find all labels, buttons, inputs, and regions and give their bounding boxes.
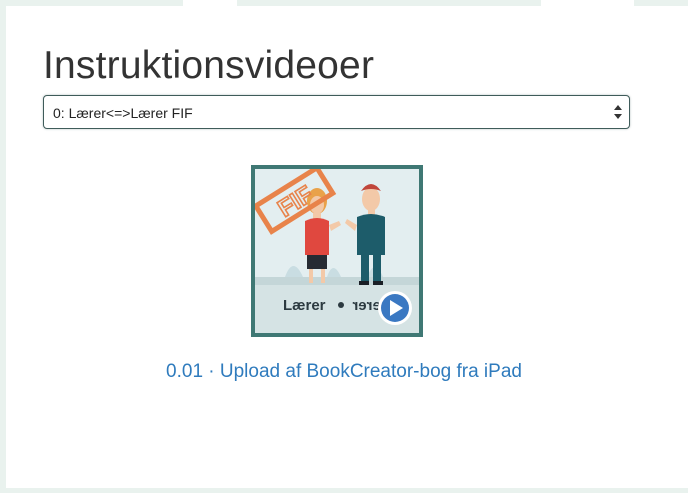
thumbnail-caption: Lærer <box>283 297 326 314</box>
video-thumbnail-illustration: FIF Lærer Lærer <box>255 169 419 333</box>
page-title: Instruktionsvideoer <box>43 44 375 87</box>
category-select[interactable]: 0: Lærer<=>Lærer FIF <box>43 95 630 129</box>
video-title-link[interactable]: 0.01 · Upload af BookCreator-bog fra iPa… <box>0 361 688 383</box>
category-select-value: 0: Lærer<=>Lærer FIF <box>53 105 193 121</box>
play-icon[interactable] <box>378 291 412 325</box>
select-arrows-icon <box>614 105 622 119</box>
video-thumbnail[interactable]: FIF Lærer Lærer <box>251 165 423 337</box>
